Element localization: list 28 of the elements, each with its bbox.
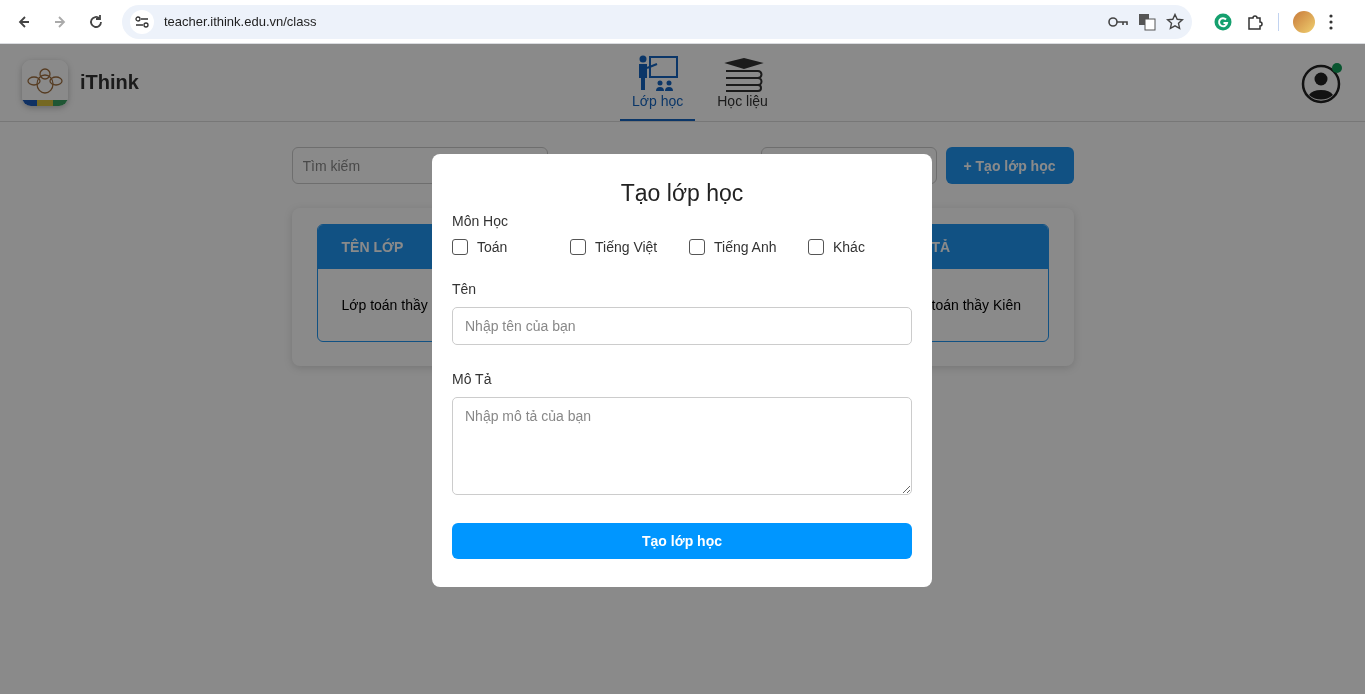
column-header: TÊN LỚP — [341, 239, 404, 255]
table-cell: toán thầy Kiên — [931, 297, 1021, 313]
subject-checkbox[interactable]: Tiếng Anh — [689, 239, 808, 255]
site-settings-icon[interactable] — [130, 9, 154, 34]
nav-tab[interactable]: Lớp học — [620, 44, 696, 121]
subject-label: Môn Học — [452, 213, 510, 229]
puzzle-icon[interactable] — [1246, 12, 1264, 31]
user-avatar-icon[interactable] — [1301, 61, 1343, 104]
name-label: Tên — [452, 281, 478, 297]
url-text: teacher.ithink.edu.vn/class — [164, 14, 318, 29]
description-label: Mô Tả — [452, 371, 493, 387]
dialog-title: Tạo lớp học — [619, 180, 745, 207]
name-field[interactable]: Nhập tên của bạn — [452, 307, 912, 345]
brand-name: iThink — [80, 71, 139, 94]
grammar-extension-icon[interactable] — [1214, 12, 1232, 31]
key-icon[interactable] — [1108, 15, 1128, 28]
subject-checkbox[interactable]: Toán — [452, 239, 570, 255]
translate-icon[interactable] — [1138, 12, 1156, 31]
star-icon[interactable] — [1166, 12, 1184, 31]
nav-tab[interactable]: Học liệu — [705, 44, 780, 121]
profile-avatar[interactable] — [1293, 10, 1315, 33]
subject-checkbox[interactable]: Tiếng Việt — [570, 239, 689, 255]
menu-icon[interactable] — [1329, 13, 1333, 30]
address-bar[interactable]: teacher.ithink.edu.vn/class — [122, 4, 1192, 39]
table-cell: Lớp toán thầy — [341, 297, 428, 313]
description-field[interactable]: Nhập mô tả của bạn — [452, 397, 912, 495]
subject-checkbox[interactable]: Khác — [808, 239, 865, 255]
column-header: TẢ — [931, 239, 951, 255]
